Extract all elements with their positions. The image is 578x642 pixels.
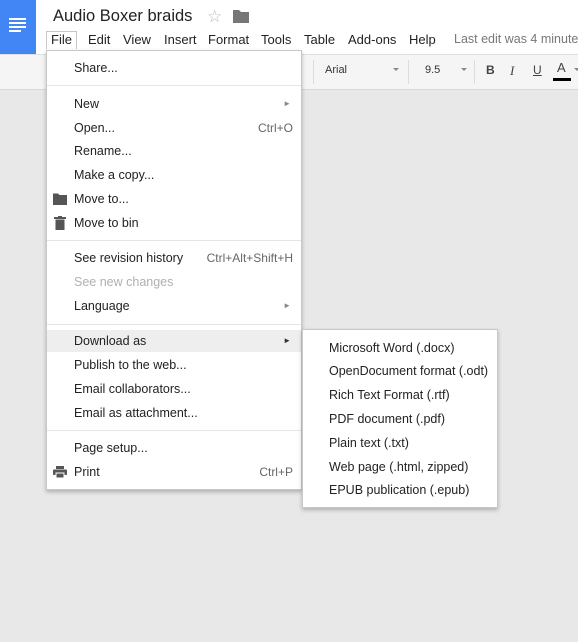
bold-button[interactable]: B bbox=[486, 63, 495, 77]
menu-view[interactable]: View bbox=[119, 31, 155, 49]
menu-item-page-setup[interactable]: Page setup... bbox=[47, 437, 301, 459]
menu-item-print[interactable]: Print Ctrl+P bbox=[47, 461, 301, 483]
menu-item-language[interactable]: Language ► bbox=[47, 295, 301, 317]
menu-item-see-new-changes: See new changes bbox=[47, 271, 301, 293]
menu-addons[interactable]: Add-ons bbox=[344, 31, 400, 49]
menu-format[interactable]: Format bbox=[204, 31, 253, 49]
last-edit-status[interactable]: Last edit was 4 minutes bbox=[454, 32, 578, 46]
menu-item-label: Download as bbox=[74, 334, 147, 348]
font-caret-icon bbox=[393, 68, 399, 71]
menu-item-open[interactable]: Open... Ctrl+O bbox=[47, 117, 301, 139]
toolbar-divider bbox=[408, 60, 409, 84]
menu-item-move-to[interactable]: Move to... bbox=[47, 188, 301, 210]
menu-item-label: New bbox=[74, 97, 100, 111]
menu-divider bbox=[47, 430, 301, 431]
font-family-select[interactable]: Arial bbox=[325, 64, 347, 76]
menu-item-label: Publish to the web... bbox=[74, 358, 187, 372]
folder-icon[interactable] bbox=[233, 9, 249, 23]
menu-divider bbox=[47, 324, 301, 325]
folder-icon bbox=[53, 193, 67, 205]
menu-help[interactable]: Help bbox=[405, 31, 440, 49]
docs-logo-icon[interactable] bbox=[0, 0, 36, 54]
file-menu: Share... New ► Open... Ctrl+O Rename... … bbox=[46, 50, 302, 490]
menu-item-label: Email collaborators... bbox=[74, 382, 191, 396]
menu-item-make-copy[interactable]: Make a copy... bbox=[47, 164, 301, 186]
document-title[interactable]: Audio Boxer braids bbox=[53, 7, 192, 26]
toolbar-divider bbox=[474, 60, 475, 84]
shortcut-label: Ctrl+Alt+Shift+H bbox=[206, 251, 293, 265]
toolbar-divider bbox=[313, 60, 314, 84]
menu-edit[interactable]: Edit bbox=[84, 31, 114, 49]
menu-item-label: Move to bin bbox=[74, 216, 139, 230]
font-size-select[interactable]: 9.5 bbox=[425, 64, 440, 76]
menu-item-new[interactable]: New ► bbox=[47, 93, 301, 115]
text-color-bar bbox=[553, 78, 571, 81]
underline-button[interactable]: U bbox=[533, 63, 542, 77]
shortcut-label: Ctrl+P bbox=[259, 465, 293, 479]
download-txt[interactable]: Plain text (.txt) bbox=[329, 434, 409, 452]
shortcut-label: Ctrl+O bbox=[257, 121, 293, 135]
menu-divider bbox=[47, 85, 301, 86]
menu-item-label: Move to... bbox=[74, 192, 129, 206]
text-color-caret-icon bbox=[574, 68, 578, 71]
star-icon[interactable]: ☆ bbox=[207, 7, 222, 27]
menu-tools[interactable]: Tools bbox=[257, 31, 295, 49]
menu-item-share[interactable]: Share... bbox=[47, 57, 301, 79]
download-odt[interactable]: OpenDocument format (.odt) bbox=[329, 362, 488, 380]
menu-item-label: See new changes bbox=[74, 275, 174, 289]
trash-icon bbox=[54, 216, 66, 230]
menu-item-label: Email as attachment... bbox=[74, 406, 198, 420]
download-pdf[interactable]: PDF document (.pdf) bbox=[329, 410, 445, 428]
menu-item-label: Make a copy... bbox=[74, 168, 155, 182]
menu-item-label: Open... bbox=[74, 121, 115, 135]
menu-divider bbox=[47, 240, 301, 241]
menu-item-email-attachment[interactable]: Email as attachment... bbox=[47, 402, 301, 424]
menu-item-rename[interactable]: Rename... bbox=[47, 140, 301, 162]
menu-item-label: See revision history bbox=[74, 251, 184, 265]
download-as-submenu: Microsoft Word (.docx) OpenDocument form… bbox=[302, 329, 498, 508]
download-rtf[interactable]: Rich Text Format (.rtf) bbox=[329, 386, 450, 404]
submenu-arrow-icon: ► bbox=[283, 99, 291, 108]
download-epub[interactable]: EPUB publication (.epub) bbox=[329, 481, 469, 499]
download-docx[interactable]: Microsoft Word (.docx) bbox=[329, 339, 455, 357]
menu-item-download-as[interactable]: Download as ► bbox=[47, 330, 301, 352]
header: Audio Boxer braids ☆ File Edit View Inse… bbox=[0, 0, 578, 54]
text-color-button[interactable]: A bbox=[557, 60, 566, 75]
submenu-arrow-icon: ► bbox=[283, 301, 291, 310]
font-size-caret-icon bbox=[461, 68, 467, 71]
menu-item-publish[interactable]: Publish to the web... bbox=[47, 354, 301, 376]
menu-insert[interactable]: Insert bbox=[160, 31, 201, 49]
submenu-arrow-icon: ► bbox=[283, 336, 291, 345]
menu-item-label: Print bbox=[74, 465, 100, 479]
menu-item-email-collaborators[interactable]: Email collaborators... bbox=[47, 378, 301, 400]
menu-table[interactable]: Table bbox=[300, 31, 339, 49]
menu-item-revision-history[interactable]: See revision history Ctrl+Alt+Shift+H bbox=[47, 247, 301, 269]
menu-item-label: Share... bbox=[74, 61, 118, 75]
menu-item-move-to-bin[interactable]: Move to bin bbox=[47, 212, 301, 234]
download-html[interactable]: Web page (.html, zipped) bbox=[329, 458, 468, 476]
menu-item-label: Language bbox=[74, 299, 130, 313]
italic-button[interactable]: I bbox=[510, 63, 514, 79]
menu-item-label: Rename... bbox=[74, 144, 132, 158]
menu-item-label: Page setup... bbox=[74, 441, 148, 455]
print-icon bbox=[53, 466, 67, 478]
menu-file[interactable]: File bbox=[46, 31, 77, 49]
